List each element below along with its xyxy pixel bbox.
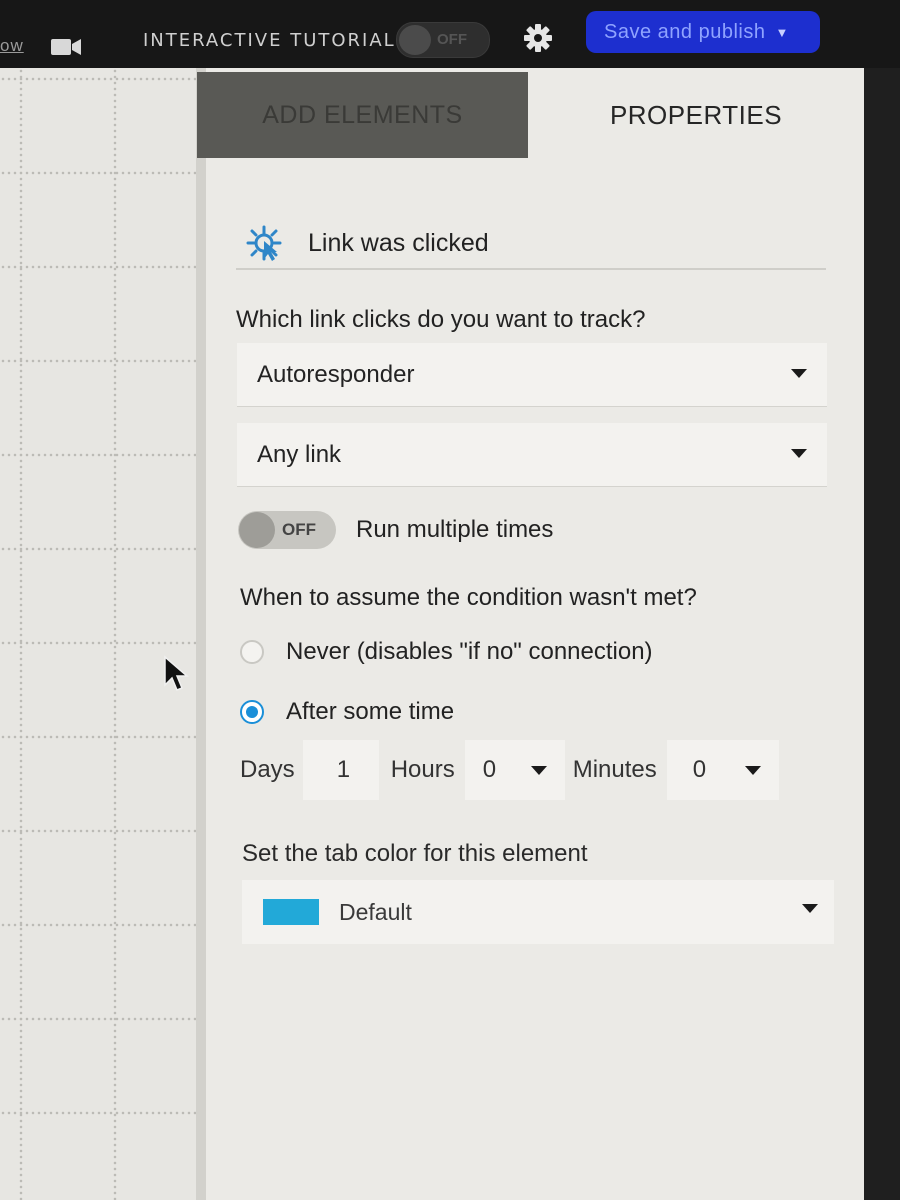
workflow-canvas[interactable] <box>0 68 200 1200</box>
mouse-cursor-icon <box>163 655 190 693</box>
dropdown-arrow-icon[interactable] <box>530 766 547 775</box>
canvas-divider <box>196 68 206 1200</box>
run-toggle-state: OFF <box>282 520 316 539</box>
hours-value: 0 <box>482 756 497 783</box>
publish-label: Save and publish <box>604 20 766 43</box>
tutorial-toggle[interactable]: OFF <box>396 22 490 58</box>
header-divider <box>236 268 826 270</box>
radio-never-row[interactable]: Never (disables "if no" connection) <box>240 636 653 668</box>
top-left-link[interactable]: ow <box>0 36 24 56</box>
minutes-value: 0 <box>692 756 707 783</box>
gear-icon[interactable] <box>522 22 554 54</box>
dropdown-arrow-icon[interactable] <box>791 369 807 378</box>
toggle-knob <box>239 512 275 548</box>
days-label: Days <box>240 756 295 783</box>
timeout-row: Days 1 Hours 0 Minutes 0 <box>240 740 816 800</box>
dropdown-arrow-icon[interactable] <box>802 904 818 913</box>
top-bar: ow INTERACTIVE TUTORIAL OFF Save and pub… <box>0 0 900 68</box>
element-title: Link was clicked <box>308 228 489 257</box>
chevron-down-icon[interactable]: ▼ <box>775 25 788 40</box>
tutorial-toggle-state: OFF <box>437 31 467 48</box>
days-value: 1 <box>336 756 351 783</box>
tab-properties[interactable]: PROPERTIES <box>528 72 864 158</box>
condition-question-label: When to assume the condition wasn't met? <box>240 584 697 611</box>
tab-color-label: Set the tab color for this element <box>242 840 588 867</box>
dropdown-arrow-icon[interactable] <box>791 449 807 458</box>
radio-after-row[interactable]: After some time <box>240 696 454 728</box>
days-input[interactable]: 1 <box>302 740 379 800</box>
tutorial-label: INTERACTIVE TUTORIAL <box>143 30 396 51</box>
tab-color-select[interactable]: Default <box>242 880 834 944</box>
hours-select[interactable]: 0 <box>464 740 565 800</box>
radio-after-some-time[interactable] <box>240 700 264 724</box>
radio-after-label[interactable]: After some time <box>286 698 454 726</box>
dropdown-arrow-icon[interactable] <box>744 766 761 775</box>
video-camera-icon[interactable] <box>50 36 82 58</box>
message-select-value: Autoresponder <box>257 360 415 388</box>
save-and-publish-button[interactable]: Save and publish ▼ <box>586 11 820 53</box>
run-multiple-row: OFF Run multiple times <box>238 510 553 550</box>
run-multiple-label: Run multiple times <box>356 516 554 543</box>
radio-never-label[interactable]: Never (disables "if no" connection) <box>286 638 653 666</box>
click-burst-icon <box>244 223 284 263</box>
tab-add-elements[interactable]: ADD ELEMENTS <box>197 72 528 158</box>
screen-bezel <box>864 68 900 1200</box>
link-select[interactable]: Any link <box>237 423 827 487</box>
toggle-knob <box>399 25 431 55</box>
link-question-label: Which link clicks do you want to track? <box>236 306 646 333</box>
run-multiple-toggle[interactable]: OFF <box>238 511 336 549</box>
color-swatch <box>263 899 319 925</box>
minutes-select[interactable]: 0 <box>666 740 779 800</box>
element-header: Link was clicked <box>244 218 824 268</box>
message-select[interactable]: Autoresponder <box>237 343 827 407</box>
link-select-value: Any link <box>257 440 342 468</box>
radio-never[interactable] <box>240 640 264 664</box>
minutes-label: Minutes <box>572 756 657 783</box>
tab-color-value: Default <box>339 898 412 925</box>
hours-label: Hours <box>390 756 455 783</box>
